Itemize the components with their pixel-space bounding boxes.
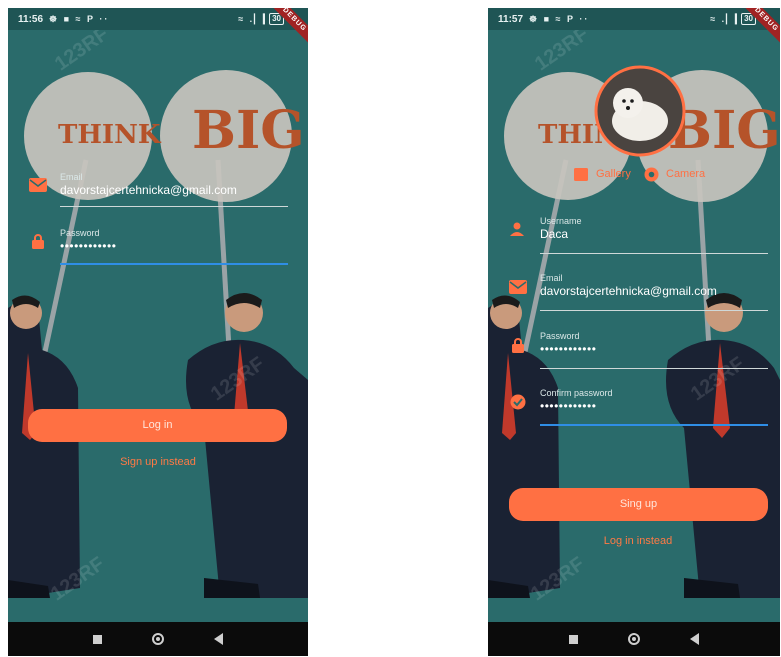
confirm-password-field[interactable]: Confirm password ••••••••••••	[540, 388, 770, 413]
notification-icons: ☸ ■ ≈ P ··	[49, 13, 110, 24]
camera-label[interactable]: Camera	[666, 168, 705, 180]
email-icon	[29, 178, 47, 192]
verified-icon	[510, 394, 526, 410]
gallery-icon[interactable]	[574, 168, 588, 181]
home-icon[interactable]	[152, 633, 164, 645]
signal-icons: ≈ .▏▎	[710, 13, 744, 24]
recents-icon[interactable]	[93, 634, 102, 644]
email-underline	[60, 206, 288, 207]
password-value[interactable]: ••••••••••••	[60, 239, 290, 253]
back-icon[interactable]	[690, 633, 699, 645]
email-value[interactable]: davorstajcertehnicka@gmail.com	[540, 284, 772, 298]
status-bar: 11:56 ☸ ■ ≈ P ·· ≈ .▏▎ 30 DEBUG	[8, 8, 308, 46]
navigation-bar	[488, 622, 780, 656]
password-field[interactable]: Password ••••••••••••	[60, 228, 290, 253]
confirm-password-value[interactable]: ••••••••••••	[540, 399, 770, 413]
username-field[interactable]: Username Daca	[540, 216, 770, 241]
gallery-label[interactable]: Gallery	[596, 168, 631, 180]
password-underline	[540, 368, 768, 369]
home-icon[interactable]	[628, 633, 640, 645]
recents-icon[interactable]	[569, 634, 578, 644]
status-time: 11:57	[498, 13, 524, 25]
password-field[interactable]: Password ••••••••••••	[540, 331, 770, 356]
email-label: Email	[540, 273, 563, 283]
confirm-password-underline	[540, 424, 768, 426]
camera-icon[interactable]	[644, 167, 659, 182]
email-icon	[509, 280, 527, 294]
username-underline	[540, 253, 768, 254]
sign-text-think: THINK	[58, 120, 161, 150]
email-value[interactable]: davorstajcertehnicka@gmail.com	[60, 183, 290, 197]
status-bar: 11:57 ☸ ■ ≈ P ·· ≈ .▏▎ 30 DEBUG	[488, 8, 780, 46]
username-value[interactable]: Daca	[540, 227, 770, 241]
email-field[interactable]: Email davorstajcertehnicka@gmail.com	[60, 172, 290, 197]
signal-icons: ≈ .▏▎	[238, 13, 272, 24]
back-icon[interactable]	[214, 633, 223, 645]
signup-screen: 123RF 123RF 123RF THINK BIG Gallery Came…	[488, 8, 780, 656]
password-label: Password	[60, 228, 100, 238]
status-time: 11:56	[18, 13, 44, 25]
confirm-password-label: Confirm password	[540, 388, 613, 398]
signup-link[interactable]: Sign up instead	[108, 456, 208, 468]
signup-button[interactable]: Sing up	[509, 488, 768, 521]
login-link[interactable]: Log in instead	[588, 535, 688, 547]
password-underline	[60, 263, 288, 265]
lock-icon	[512, 338, 524, 353]
email-underline	[540, 310, 768, 311]
avatar[interactable]	[594, 65, 686, 157]
notification-icons: ☸ ■ ≈ P ··	[529, 13, 590, 24]
sign-text-big: BIG	[192, 100, 305, 161]
person-icon	[510, 222, 524, 236]
email-field[interactable]: Email davorstajcertehnicka@gmail.com	[540, 273, 772, 298]
login-button[interactable]: Log in	[28, 409, 287, 442]
password-value[interactable]: ••••••••••••	[540, 342, 770, 356]
navigation-bar	[8, 622, 308, 656]
email-label: Email	[60, 172, 83, 182]
username-label: Username	[540, 216, 582, 226]
login-screen: 123RF 123RF 123RF THINK BIG 11:56 ☸ ■ ≈ …	[8, 8, 308, 656]
lock-icon	[32, 234, 44, 249]
password-label: Password	[540, 331, 580, 341]
